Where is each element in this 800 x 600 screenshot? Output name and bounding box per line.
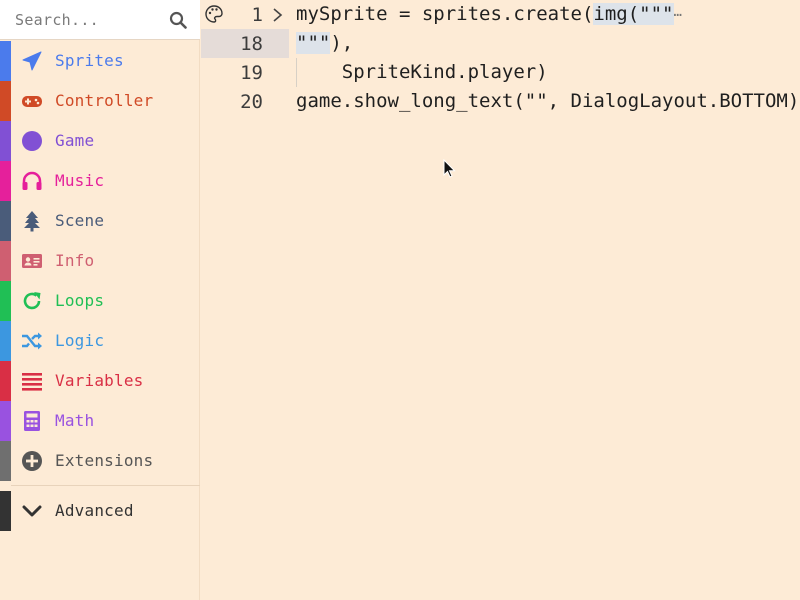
code-line-active[interactable]: 18 """),: [201, 29, 800, 58]
id-card-icon: [22, 254, 42, 268]
plus-circle-icon: [22, 451, 42, 471]
category-label: Scene: [55, 211, 105, 230]
category-color-bar: [0, 201, 11, 241]
code-editor[interactable]: 1 mySprite = sprites.create(img("""… 18 …: [201, 0, 800, 600]
category-label: Math: [55, 411, 95, 430]
folded-ellipsis[interactable]: …: [674, 4, 682, 20]
category-extensions[interactable]: Extensions: [0, 441, 200, 481]
paper-plane-icon: [22, 51, 42, 71]
palette-icon[interactable]: [204, 4, 224, 24]
code-line[interactable]: 20 game.show_long_text("", DialogLayout.…: [201, 87, 800, 116]
mouse-pointer-icon: [443, 159, 456, 178]
code-line[interactable]: 19 SpriteKind.player): [201, 58, 800, 87]
shuffle-icon: [22, 332, 42, 350]
category-label: Controller: [55, 91, 154, 110]
code-segment: ),: [330, 32, 354, 54]
category-color-bar: [0, 321, 11, 361]
search-input[interactable]: Search...: [15, 11, 99, 29]
category-variables[interactable]: Variables: [0, 361, 200, 401]
category-color-bar: [0, 121, 11, 161]
category-controller[interactable]: Controller: [0, 81, 200, 121]
category-game[interactable]: Game: [0, 121, 200, 161]
selected-code-segment: """: [296, 32, 331, 54]
category-color-bar: [0, 401, 11, 441]
category-label: Music: [55, 171, 105, 190]
circle-icon: [22, 131, 42, 151]
code-text: """),: [296, 32, 353, 54]
line-number: 18: [240, 33, 263, 55]
category-color-bar: [0, 241, 11, 281]
gamepad-icon: [22, 96, 42, 107]
toolbox: Search... Sprites Controller Game Music …: [0, 0, 200, 600]
code-text: game.show_long_text("", DialogLayout.BOT…: [296, 90, 800, 112]
code-text: mySprite = sprites.create(img("""…: [296, 3, 682, 25]
selected-code-segment: img(""": [593, 3, 674, 25]
code-segment: mySprite = sprites.create(: [296, 3, 594, 25]
category-sprites[interactable]: Sprites: [0, 41, 200, 81]
category-label: Game: [55, 131, 95, 150]
category-color-bar: [0, 441, 11, 481]
category-math[interactable]: Math: [0, 401, 200, 441]
code-text: SpriteKind.player): [296, 61, 548, 83]
category-label: Variables: [55, 371, 144, 390]
category-color-bar: [0, 281, 11, 321]
category-scene[interactable]: Scene: [0, 201, 200, 241]
category-color-bar: [0, 41, 11, 81]
line-number: 19: [240, 62, 263, 84]
search-icon[interactable]: [169, 11, 187, 29]
category-color-bar: [0, 161, 11, 201]
line-number: 1: [251, 4, 263, 26]
line-number: 20: [240, 91, 263, 113]
category-logic[interactable]: Logic: [0, 321, 200, 361]
category-label: Advanced: [55, 501, 134, 520]
category-music[interactable]: Music: [0, 161, 200, 201]
category-color-bar: [0, 361, 11, 401]
category-advanced[interactable]: Advanced: [0, 491, 200, 531]
refresh-icon: [23, 292, 41, 310]
chevron-down-icon: [22, 505, 42, 517]
category-color-bar: [0, 81, 11, 121]
category-color-bar: [0, 491, 11, 531]
category-info[interactable]: Info: [0, 241, 200, 281]
list-icon: [22, 373, 42, 391]
category-loops[interactable]: Loops: [0, 281, 200, 321]
chevron-right-icon[interactable]: [271, 6, 285, 24]
category-label: Sprites: [55, 51, 124, 70]
category-label: Extensions: [55, 451, 154, 470]
code-line[interactable]: 1 mySprite = sprites.create(img("""…: [201, 0, 800, 29]
search-box[interactable]: Search...: [0, 0, 200, 40]
headphones-icon: [22, 171, 42, 190]
tree-icon: [24, 211, 40, 232]
calculator-icon: [24, 411, 40, 431]
category-label: Info: [55, 251, 95, 270]
toolbox-divider: [11, 485, 200, 486]
category-label: Logic: [55, 331, 105, 350]
category-label: Loops: [55, 291, 105, 310]
